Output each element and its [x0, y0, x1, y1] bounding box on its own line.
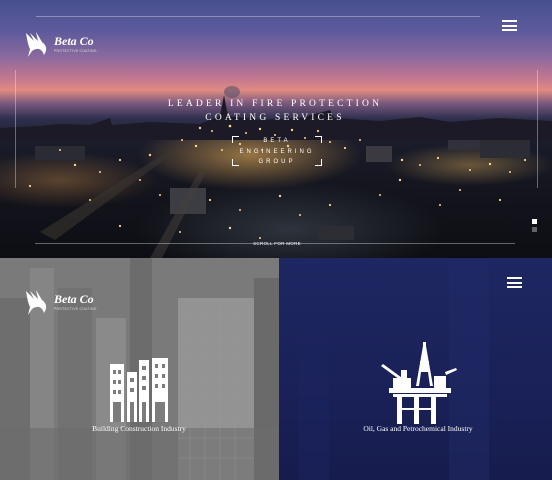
group-badge: BETA ENGINEERING GROUP: [232, 136, 322, 166]
brand-name: Beta Co: [54, 34, 94, 48]
slide-dot-1[interactable]: [532, 219, 537, 224]
site-logo[interactable]: Beta Co PROTECTIVE COATING: [24, 29, 97, 59]
bird-logo-icon: [26, 32, 47, 57]
panel-brand-name: Beta Co: [54, 292, 94, 306]
hero-frame-right-line: [537, 70, 538, 188]
industry-panel-building[interactable]: Beta Co PROTECTIVE COATING Building Cons…: [0, 258, 279, 480]
hamburger-menu-icon[interactable]: [502, 20, 517, 31]
group-badge-line2: ENGINEERING: [239, 148, 315, 155]
group-badge-line3: GROUP: [258, 159, 296, 165]
hamburger-menu-icon[interactable]: [507, 277, 522, 288]
hero-frame-left-line: [15, 70, 16, 188]
hero-section: Beta Co PROTECTIVE COATING LEADER IN FIR…: [0, 0, 552, 258]
brand-text: Beta Co PROTECTIVE COATING: [54, 35, 97, 53]
oil-rig-icon: [381, 342, 457, 424]
group-badge-line1: BETA: [263, 138, 291, 144]
hero-headline-line1: LEADER IN FIRE PROTECTION: [167, 99, 383, 109]
industry-panel-oil-gas[interactable]: Oil, Gas and Petrochemical Industry: [279, 258, 552, 480]
panel-brand-tagline: PROTECTIVE COATING: [54, 307, 97, 311]
hero-headline: LEADER IN FIRE PROTECTION COATING SERVIC…: [150, 97, 400, 125]
panel-logo[interactable]: Beta Co PROTECTIVE COATING: [24, 287, 97, 317]
slide-dot-2[interactable]: [532, 227, 537, 232]
oil-gas-industry-label: Oil, Gas and Petrochemical Industry: [363, 424, 473, 433]
panel-brand-text: Beta Co PROTECTIVE COATING: [54, 293, 97, 311]
brand-tagline: PROTECTIVE COATING: [54, 49, 97, 53]
building-icon: [110, 358, 168, 422]
slide-indicator: [532, 219, 537, 235]
hero-frame-top-line: [36, 16, 480, 17]
scroll-for-more-link[interactable]: SCROLL FOR MORE: [250, 241, 304, 246]
building-industry-label: Building Construction Industry: [92, 424, 186, 433]
hero-headline-line2: COATING SERVICES: [205, 113, 345, 123]
bird-logo-icon: [26, 290, 47, 315]
